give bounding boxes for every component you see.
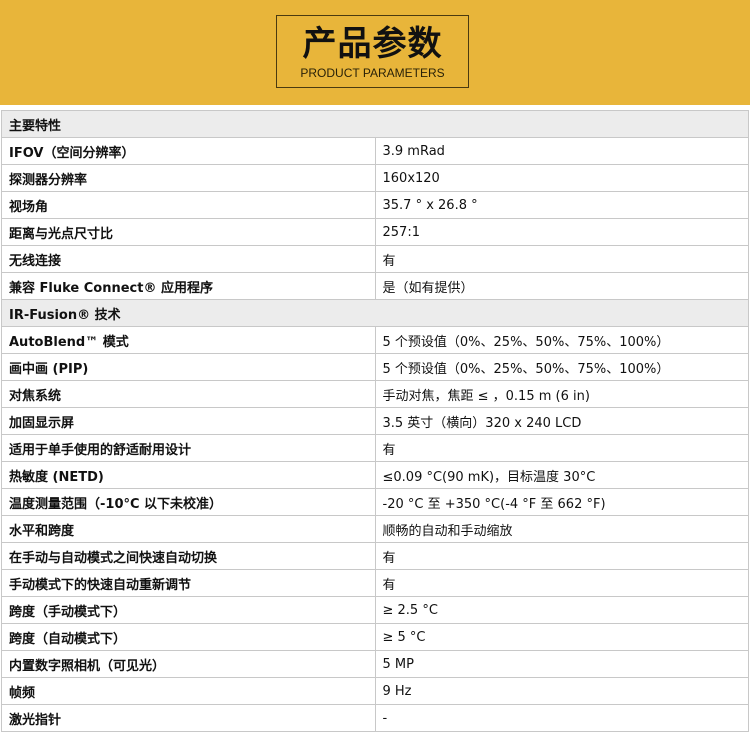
spec-label: 水平和跨度	[1, 515, 376, 543]
spec-value: ≥ 2.5 °C	[374, 596, 749, 624]
spec-label: AutoBlend™ 模式	[1, 326, 376, 354]
spec-value: 35.7 ° x 26.8 °	[374, 191, 749, 219]
section-row-ir-fusion: IR-Fusion® 技术	[1, 299, 749, 327]
table-row: 无线连接有	[1, 245, 749, 273]
spec-value: 3.5 英寸（横向）320 x 240 LCD	[374, 407, 749, 435]
spec-value: 有	[374, 569, 749, 597]
spec-label: 画中画 (PIP)	[1, 353, 376, 381]
spec-value: -20 °C 至 +350 °C(-4 °F 至 662 °F)	[374, 488, 749, 516]
table-row: 对焦系统 手动对焦，焦距 ≤ ，0.15 m (6 in)	[1, 380, 749, 408]
spec-value: 160x120	[374, 164, 749, 192]
spec-value: 9 Hz	[374, 677, 749, 705]
spec-label: 适用于单手使用的舒适耐用设计	[1, 434, 376, 462]
table-row: 帧频 9 Hz	[1, 677, 749, 705]
spec-label: 在手动与自动模式之间快速自动切换	[1, 542, 376, 570]
spec-label: 兼容 Fluke Connect® 应用程序	[1, 272, 376, 300]
table-row: 加固显示屏 3.5 英寸（横向）320 x 240 LCD	[1, 407, 749, 435]
spec-value: 257:1	[374, 218, 749, 246]
spec-label: IFOV（空间分辨率）	[1, 137, 376, 165]
spec-label: 加固显示屏	[1, 407, 376, 435]
spec-table: 主要特性 IFOV（空间分辨率） 3.9 mRad 探测器分辨率 160x120 视场角…	[1, 110, 749, 732]
spec-label: 探测器分辨率	[1, 164, 376, 192]
table-row: 跨度（自动模式下） ≥ 5 °C	[1, 623, 749, 651]
section-title: IR-Fusion® 技术	[1, 299, 749, 327]
table-row: 水平和跨度 顺畅的自动和手动缩放	[1, 515, 749, 543]
spec-value: 有	[374, 434, 749, 462]
table-row: 手动模式下的快速自动重新调节有	[1, 569, 749, 597]
spec-value: 5 个预设值（0%、25%、50%、75%、100%）	[374, 353, 749, 381]
table-row: IFOV（空间分辨率） 3.9 mRad	[1, 137, 749, 165]
table-row: 温度测量范围（-10°C 以下未校准） -20 °C 至 +350 °C(-4 °…	[1, 488, 749, 516]
page-title: 产品参数	[302, 24, 443, 64]
spec-value: -	[374, 704, 749, 732]
table-row: 热敏度 (NETD) ≤0.09 °C(90 mK)，目标温度 30°C	[1, 461, 749, 489]
spec-label: 热敏度 (NETD)	[1, 461, 376, 489]
spec-label: 帧频	[1, 677, 376, 705]
table-row: AutoBlend™ 模式 5 个预设值（0%、25%、50%、75%、100%）	[1, 326, 749, 354]
page-subtitle: PRODUCT PARAMETERS	[300, 66, 445, 80]
spec-label: 对焦系统	[1, 380, 376, 408]
spec-value: 5 个预设值（0%、25%、50%、75%、100%）	[374, 326, 749, 354]
spec-label: 无线连接	[1, 245, 376, 273]
spec-value: 有	[374, 245, 749, 273]
spec-value: ≥ 5 °C	[374, 623, 749, 651]
table-row: 画中画 (PIP) 5 个预设值（0%、25%、50%、75%、100%）	[1, 353, 749, 381]
table-row: 适用于单手使用的舒适耐用设计有	[1, 434, 749, 462]
spec-label: 距离与光点尺寸比	[1, 218, 376, 246]
spec-label: 激光指针	[1, 704, 376, 732]
spec-value: 手动对焦，焦距 ≤ ，0.15 m (6 in)	[374, 380, 749, 408]
table-row: 在手动与自动模式之间快速自动切换有	[1, 542, 749, 570]
section-row-main-features: 主要特性	[1, 110, 749, 138]
table-row: 探测器分辨率 160x120	[1, 164, 749, 192]
title-box: 产品参数 PRODUCT PARAMETERS	[276, 15, 469, 88]
spec-label: 跨度（手动模式下）	[1, 596, 376, 624]
spec-value: 是（如有提供）	[374, 272, 749, 300]
spec-label: 温度测量范围（-10°C 以下未校准）	[1, 488, 376, 516]
spec-value: 顺畅的自动和手动缩放	[374, 515, 749, 543]
section-title: 主要特性	[1, 110, 749, 138]
header-banner: 产品参数 PRODUCT PARAMETERS	[0, 0, 750, 105]
table-row: 距离与光点尺寸比 257:1	[1, 218, 749, 246]
spec-value: 3.9 mRad	[374, 137, 749, 165]
spec-label: 跨度（自动模式下）	[1, 623, 376, 651]
table-row: 激光指针 -	[1, 704, 749, 732]
spec-value: 有	[374, 542, 749, 570]
spec-value: 5 MP	[374, 650, 749, 678]
table-row: 跨度（手动模式下） ≥ 2.5 °C	[1, 596, 749, 624]
spec-label: 视场角	[1, 191, 376, 219]
spec-label: 内置数字照相机（可见光）	[1, 650, 376, 678]
table-row: 视场角 35.7 ° x 26.8 °	[1, 191, 749, 219]
spec-value: ≤0.09 °C(90 mK)，目标温度 30°C	[374, 461, 749, 489]
spec-table-container: 主要特性 IFOV（空间分辨率） 3.9 mRad 探测器分辨率 160x120 视场角…	[0, 110, 750, 732]
spec-label: 手动模式下的快速自动重新调节	[1, 569, 376, 597]
table-row: 内置数字照相机（可见光） 5 MP	[1, 650, 749, 678]
table-row: 兼容 Fluke Connect® 应用程序 是（如有提供）	[1, 272, 749, 300]
